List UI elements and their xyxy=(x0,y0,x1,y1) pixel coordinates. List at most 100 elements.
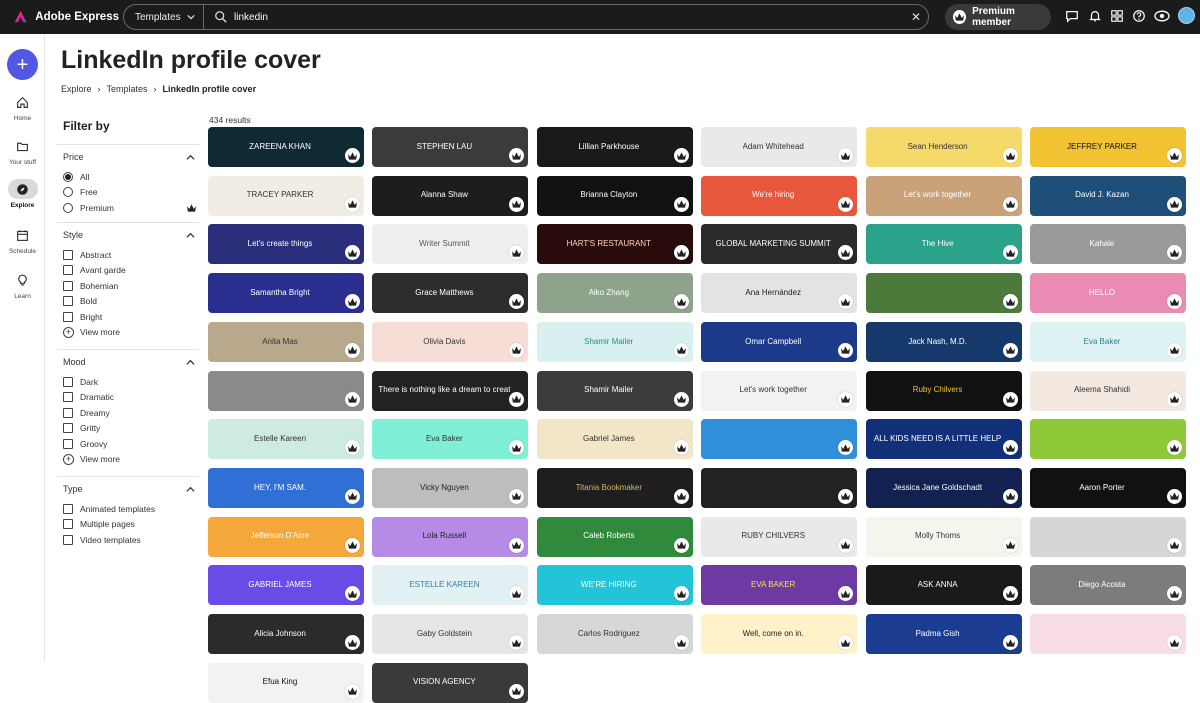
template-card[interactable]: HELLO xyxy=(1030,273,1186,314)
template-card[interactable]: David J. Kazan xyxy=(1030,175,1186,216)
checkbox[interactable] xyxy=(63,296,73,307)
template-card[interactable]: Brianna Clayton xyxy=(536,175,693,216)
filter-group-header[interactable]: Style xyxy=(57,223,199,247)
app-logo[interactable]: Adobe Express xyxy=(14,8,119,26)
template-card[interactable]: Vicky Nguyen xyxy=(372,467,529,508)
template-card[interactable]: STEPHEN LAU xyxy=(372,127,529,167)
template-card[interactable]: Aiko Zhang xyxy=(536,273,693,314)
template-card[interactable]: Ruby Chilvers xyxy=(865,370,1022,411)
checkbox[interactable] xyxy=(63,311,73,322)
template-card[interactable] xyxy=(1030,419,1186,460)
help-icon[interactable] xyxy=(1132,9,1146,23)
template-card[interactable]: GLOBAL MARKETING SUMMIT xyxy=(701,224,858,265)
template-card[interactable]: Gabriel James xyxy=(536,419,693,460)
template-card[interactable] xyxy=(1030,516,1186,557)
template-card[interactable]: Lillian Parkhouse xyxy=(536,127,693,167)
filter-group-header[interactable]: Type xyxy=(57,477,199,501)
checkbox[interactable] xyxy=(63,392,73,403)
template-card[interactable] xyxy=(1030,614,1186,654)
filter-group-header[interactable]: Price xyxy=(57,145,199,169)
template-card[interactable]: Omar Campbell xyxy=(701,321,858,362)
template-card[interactable]: ASK ANNA xyxy=(865,565,1022,606)
checkbox[interactable] xyxy=(63,503,73,514)
checkbox[interactable] xyxy=(63,423,73,434)
checkbox[interactable] xyxy=(63,519,73,530)
mood-option[interactable]: Dramatic xyxy=(57,390,199,406)
template-card[interactable]: Kahale xyxy=(1030,224,1186,265)
premium-member-button[interactable]: Premium member xyxy=(945,4,1051,30)
template-card[interactable] xyxy=(701,467,858,508)
template-card[interactable]: GABRIEL JAMES xyxy=(208,565,364,606)
template-card[interactable]: Molly Thoms xyxy=(865,516,1022,557)
template-card[interactable]: Lola Russell xyxy=(372,516,529,557)
checkbox[interactable] xyxy=(63,407,73,418)
template-card[interactable]: VISION AGENCY xyxy=(372,662,529,703)
template-card[interactable]: Carlos Rodriguez xyxy=(536,614,693,654)
template-card[interactable]: The Hive xyxy=(865,224,1022,265)
template-card[interactable]: Writer Summit xyxy=(372,224,529,265)
template-card[interactable]: Eva Baker xyxy=(1030,321,1186,362)
search-scope-dropdown[interactable]: Templates xyxy=(124,5,204,29)
template-card[interactable]: Jefferson D'Acre xyxy=(208,516,364,557)
template-card[interactable]: Shamir Mailer xyxy=(536,370,693,411)
template-card[interactable]: Let's create things xyxy=(208,224,364,265)
template-card[interactable]: ESTELLE KAREEN xyxy=(372,565,529,606)
rail-item-your-stuff[interactable]: Your stuff xyxy=(0,136,45,166)
mood-option[interactable]: Gritty xyxy=(57,421,199,437)
radio[interactable] xyxy=(63,187,73,198)
template-card[interactable]: WE'RE HIRING xyxy=(536,565,693,606)
template-card[interactable]: Sean Henderson xyxy=(865,127,1022,167)
template-card[interactable]: Estelle Kareen xyxy=(208,419,364,460)
search-input[interactable] xyxy=(234,11,904,23)
template-card[interactable]: Ana Hernández xyxy=(701,273,858,314)
breadcrumb-templates[interactable]: Templates xyxy=(107,84,148,94)
mood-view-more[interactable]: + View more xyxy=(57,452,199,468)
template-card[interactable]: Anita Mas xyxy=(208,321,364,362)
mood-option[interactable]: Groovy xyxy=(57,436,199,452)
template-card[interactable]: TRACEY PARKER xyxy=(208,175,364,216)
template-card[interactable]: Well, come on in. xyxy=(701,614,858,654)
create-button[interactable]: + xyxy=(7,49,38,80)
price-option-all[interactable]: All xyxy=(57,169,199,185)
template-card[interactable]: Padma Gish xyxy=(865,614,1022,654)
template-card[interactable] xyxy=(701,419,858,460)
type-option[interactable]: Multiple pages xyxy=(57,517,199,533)
template-card[interactable]: Caleb Roberts xyxy=(536,516,693,557)
price-option-premium[interactable]: Premium xyxy=(57,200,199,216)
checkbox[interactable] xyxy=(63,280,73,291)
style-option[interactable]: Abstract xyxy=(57,247,199,263)
template-card[interactable]: Gaby Goldstein xyxy=(372,614,529,654)
template-card[interactable]: Jessica Jane Goldschadt xyxy=(865,467,1022,508)
template-card[interactable]: Aleema Shahidi xyxy=(1030,370,1186,411)
template-card[interactable]: HEY, I'M SAM. xyxy=(208,467,364,508)
style-option[interactable]: Bright xyxy=(57,309,199,325)
template-card[interactable]: Alicia Johnson xyxy=(208,614,364,654)
chat-icon[interactable] xyxy=(1065,9,1079,23)
template-card[interactable]: Efua King xyxy=(208,662,364,703)
creative-cloud-icon[interactable] xyxy=(1153,9,1171,23)
rail-item-schedule[interactable]: Schedule xyxy=(0,225,45,255)
style-option[interactable]: Bold xyxy=(57,294,199,310)
breadcrumb-explore[interactable]: Explore xyxy=(61,84,92,94)
checkbox[interactable] xyxy=(63,249,73,260)
filter-group-header[interactable]: Mood xyxy=(57,350,199,374)
checkbox[interactable] xyxy=(63,534,73,545)
rail-item-home[interactable]: Home xyxy=(0,92,45,122)
template-card[interactable]: ZAREENA KHAN xyxy=(208,127,364,167)
checkbox[interactable] xyxy=(63,376,73,387)
apps-grid-icon[interactable] xyxy=(1110,9,1124,23)
type-option[interactable]: Video templates xyxy=(57,532,199,548)
template-card[interactable]: Diego Acosta xyxy=(1030,565,1186,606)
template-card[interactable] xyxy=(865,273,1022,314)
radio-selected[interactable] xyxy=(63,171,73,182)
template-card[interactable]: Samantha Bright xyxy=(208,273,364,314)
bell-icon[interactable] xyxy=(1088,9,1102,23)
template-card[interactable]: Alanna Shaw xyxy=(372,175,529,216)
checkbox[interactable] xyxy=(63,265,73,276)
radio[interactable] xyxy=(63,202,73,213)
avatar[interactable] xyxy=(1178,7,1195,24)
template-card[interactable]: Grace Matthews xyxy=(372,273,529,314)
template-card[interactable]: Let's work together xyxy=(865,175,1022,216)
type-option[interactable]: Animated templates xyxy=(57,501,199,517)
style-option[interactable]: Avant garde xyxy=(57,263,199,279)
